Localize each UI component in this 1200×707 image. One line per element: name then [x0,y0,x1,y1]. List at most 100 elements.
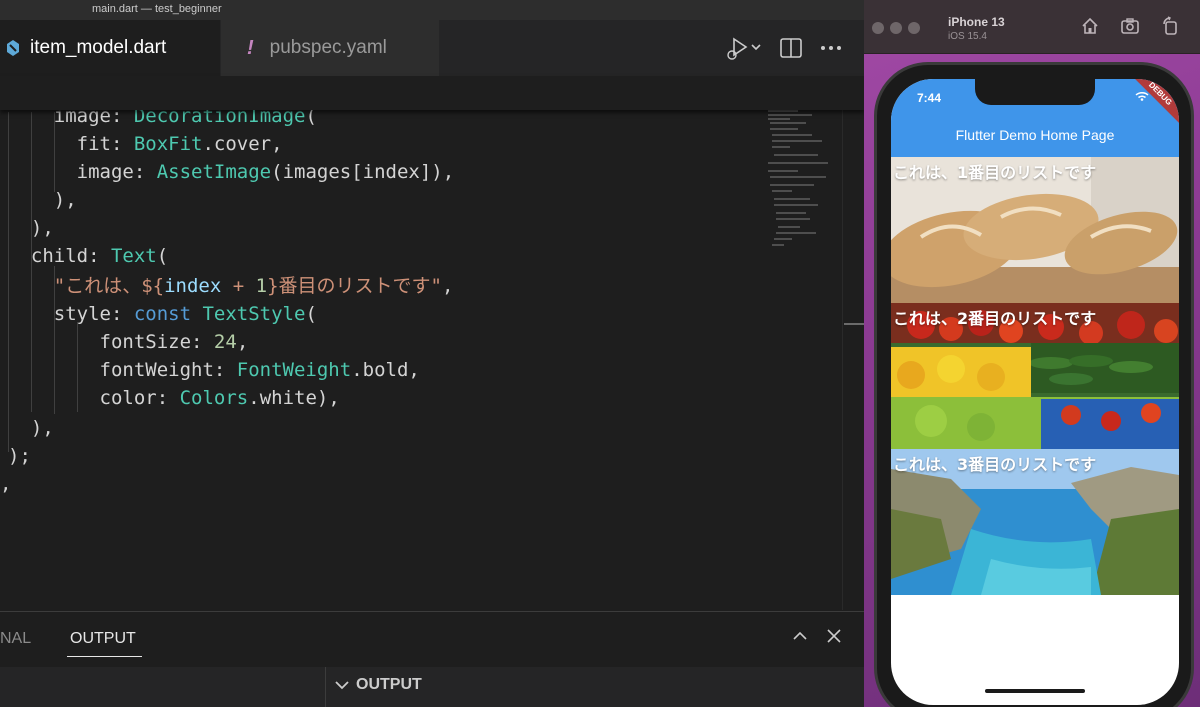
code-token: }番目のリストです" [267,275,442,297]
code-token: ( [305,303,317,325]
code-token: TextStyle [202,303,306,325]
list-item[interactable]: これは、2番目のリストです [891,303,1179,449]
chevron-down-icon [335,681,349,690]
code-area[interactable]: image: DecorationImage( fit: BoxFit.cove… [0,102,760,610]
scrollbar-thumb[interactable] [844,323,864,325]
iphone-frame: 7:44 DEBUG Flutter Demo Home Page これは、1番… [874,62,1194,707]
split-editor-button[interactable] [780,38,802,58]
output-section-header[interactable]: OUTPUT [334,676,422,694]
code-token: .white), [248,387,340,409]
tab-label: pubspec.yaml [269,37,387,58]
code-token: : [133,161,157,183]
phone-screen[interactable]: 7:44 DEBUG Flutter Demo Home Page これは、1番… [891,79,1179,705]
split-editor-icon [780,38,802,58]
home-indicator[interactable] [985,689,1085,693]
code-token: 24 [213,331,237,353]
code-line: fit: BoxFit.cover, [8,130,283,158]
code-token: FontWeight [236,359,352,381]
yaml-file-icon: ! [247,36,254,59]
code-token: : [88,245,111,267]
code-line: fontSize: 24, [8,328,249,356]
screenshot-icon[interactable] [1120,16,1140,36]
code-token: (images[index]), [271,161,455,183]
code-token: ), [8,217,54,239]
output-section-title: OUTPUT [356,676,422,693]
run-debug-button[interactable] [724,35,762,61]
tab-terminal[interactable]: NAL [0,630,31,648]
window-minimize-button[interactable] [890,22,902,34]
bottom-panel: NAL OUTPUT OUTPUT [0,611,864,707]
code-line: ); [8,442,42,470]
tab-item-model-dart[interactable]: item_model.dart [0,20,220,76]
code-token: style [8,303,111,325]
code-token: : [110,303,134,325]
phone-notch [975,79,1095,105]
list-item-label: これは、1番目のリストです [893,163,1097,182]
code-line: style: const TextStyle( [8,300,317,328]
breadcrumb-bar [0,76,864,110]
ios-simulator: iPhone 13 iOS 15.4 7:44 DEBUG Flutter De… [864,0,1200,707]
code-token: .cover, [202,133,283,155]
debug-banner: DEBUG [1123,79,1179,131]
code-token: : [213,359,237,381]
code-token: : [191,331,214,353]
editor-actions [724,20,864,76]
chevron-up-icon[interactable] [792,628,808,644]
code-token: , [441,275,454,297]
ellipsis-icon [821,46,841,50]
editor-scrollbar[interactable] [842,110,864,610]
code-line: ), [8,214,54,242]
code-token: image [8,161,134,183]
run-debug-icon [727,37,761,60]
code-line: fontWeight: FontWeight.bold, [8,356,420,384]
code-token: Colors [179,387,249,409]
rotate-icon[interactable] [1160,16,1180,36]
home-icon[interactable] [1080,16,1100,36]
window-close-button[interactable] [872,22,884,34]
window-titlebar: main.dart — test_beginner [0,0,864,20]
window-title: main.dart — test_beginner [92,3,222,15]
code-line: "これは、${index + 1}番目のリストです", [8,272,454,300]
app-bar: 7:44 DEBUG Flutter Demo Home Page [891,79,1179,157]
simulator-actions [1080,16,1180,36]
dart-file-icon [7,40,19,56]
code-line: ), [8,186,77,214]
section-divider [325,667,326,707]
code-line: ), [8,414,54,442]
code-token: ), [8,189,77,211]
device-name: iPhone 13 [948,15,1005,29]
device-os-version: iOS 15.4 [948,31,987,42]
window-zoom-button[interactable] [908,22,920,34]
code-token: index [164,275,222,297]
code-line: child: Text( [8,242,168,270]
code-token: ); [8,445,43,467]
tab-output[interactable]: OUTPUT [70,630,136,648]
editor-tab-bar: item_model.dart ! pubspec.yaml [0,20,864,76]
code-token: 1 [255,275,268,297]
code-token: const [133,303,203,325]
output-section: OUTPUT [0,667,864,707]
code-line: image: AssetImage(images[index]), [8,158,455,186]
code-token: ( [156,245,169,267]
tab-pubspec-yaml[interactable]: ! pubspec.yaml [221,20,439,76]
list-item[interactable]: これは、3番目のリストです [891,449,1179,595]
code-token: fontWeight [8,359,214,381]
list-item-label: これは、3番目のリストです [893,455,1097,474]
list-item[interactable]: これは、1番目のリストです [891,157,1179,303]
code-token: + [221,275,256,297]
close-icon[interactable] [826,628,842,644]
tab-label: item_model.dart [30,37,167,58]
wifi-icon [1135,91,1149,101]
list-item-label: これは、2番目のリストです [893,309,1097,328]
minimap[interactable] [762,108,842,308]
more-actions-button[interactable] [820,45,842,51]
code-line: color: Colors.white), [8,384,340,412]
code-token: fit [8,133,111,155]
status-time: 7:44 [917,91,942,105]
code-token: BoxFit [133,133,203,155]
code-token: , [236,331,249,353]
code-line: , [0,470,11,498]
code-token: ), [8,417,54,439]
code-token: Text [110,245,157,267]
app-title: Flutter Demo Home Page [955,127,1115,143]
